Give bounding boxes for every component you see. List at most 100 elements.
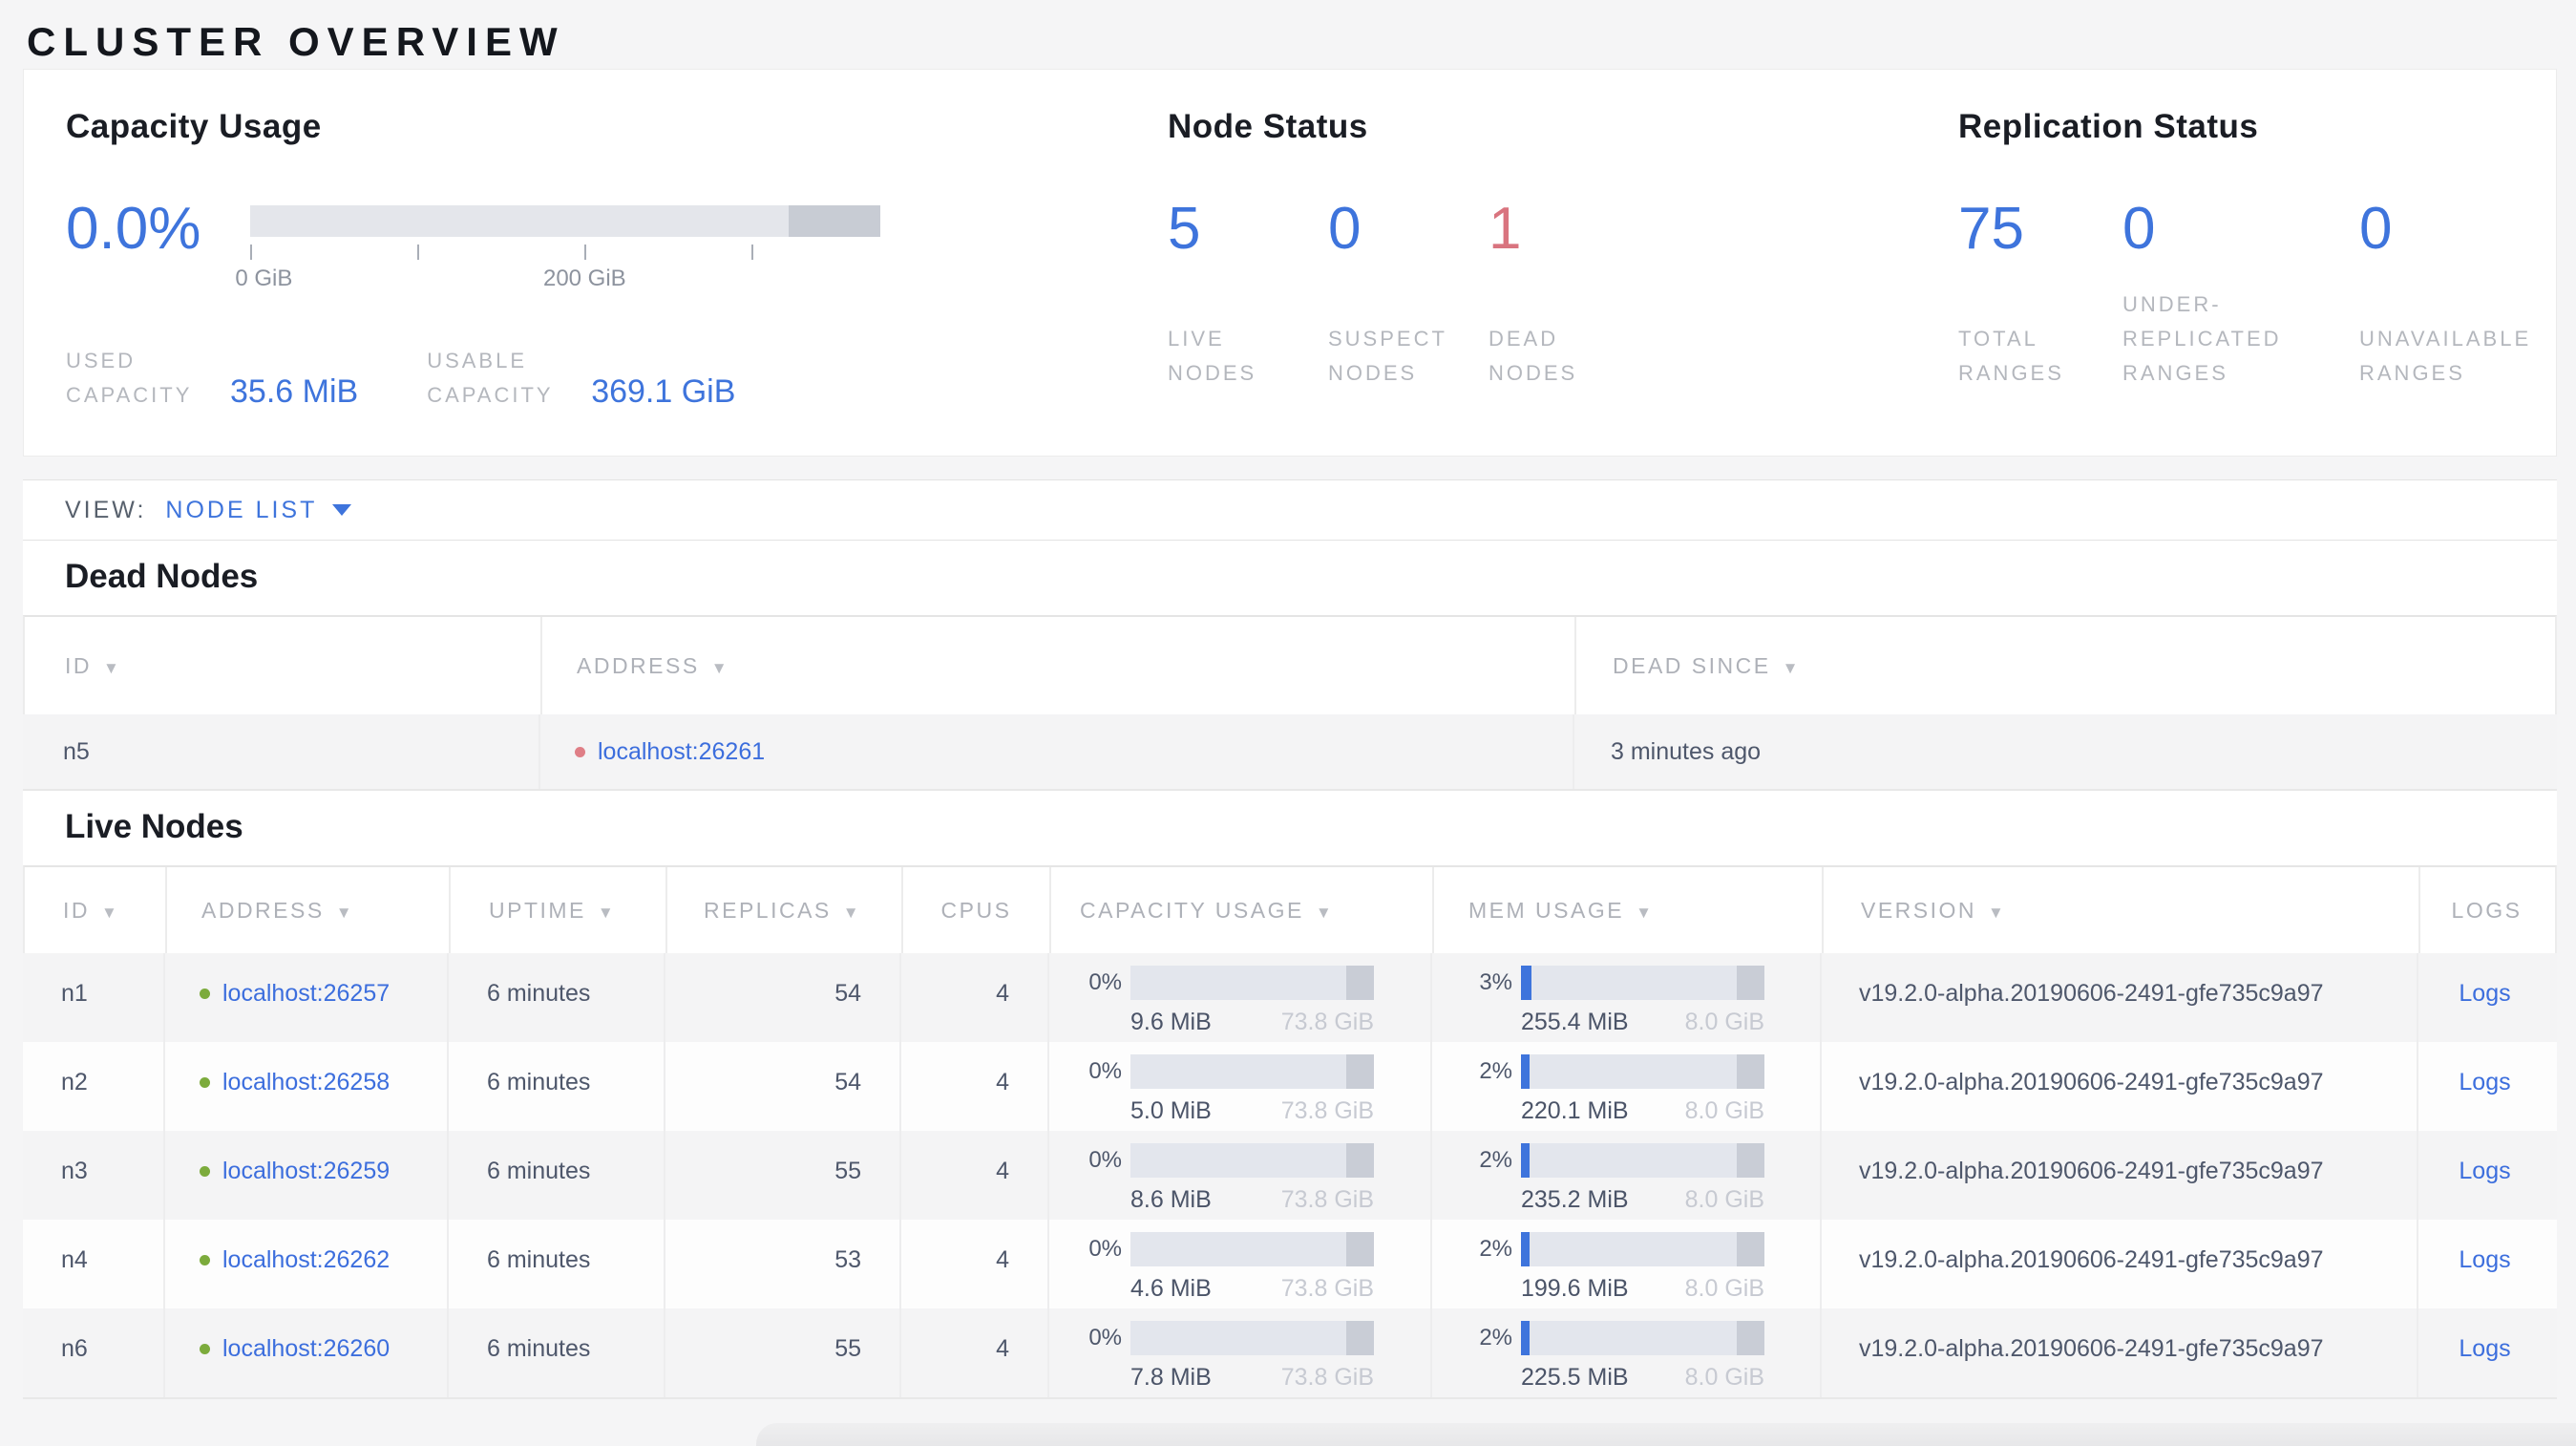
suspect-nodes-count: 0 [1328,196,1362,262]
bottom-shadow [756,1423,2576,1446]
axis-tick [250,245,253,260]
used-capacity-value: 35.6 MiB [230,373,359,410]
logs-link[interactable]: Logs [2459,980,2510,1007]
live-col-replicas[interactable]: REPLICAS [665,867,901,953]
logs-link[interactable]: Logs [2459,1246,2510,1273]
sort-desc-icon [843,898,861,924]
node-address-cell: localhost:26262 [163,1220,447,1308]
node-address-cell: localhost:26257 [163,953,447,1042]
dead-col-address[interactable]: ADDRESS [540,617,1574,714]
memory-mini-bar [1521,966,1764,1000]
node-id: n6 [61,1335,88,1362]
live-col-capacity-usage[interactable]: CAPACITY USAGE [1049,867,1432,953]
node-address-link[interactable]: localhost:26262 [222,1246,390,1273]
node-replicas: 54 [664,953,899,1042]
usable-capacity-stat: USABLE CAPACITY 369.1 GiB [427,344,735,413]
replication-status-title: Replication Status [1958,108,2259,145]
node-capacity-usage: 0% 4.6 MiB 73.8 GiB [1047,1220,1430,1308]
table-row: n3 localhost:26259 6 minutes 55 4 0% 8.6… [23,1131,2557,1220]
node-logs-cell: Logs [2417,1308,2551,1397]
node-uptime: 6 minutes [447,1308,664,1397]
node-cpus: 4 [899,1131,1047,1220]
capacity-usage-bar: 0 GiB 200 GiB [235,205,881,291]
memory-mini-bar [1521,1054,1764,1089]
live-status-dot-icon [200,1344,210,1354]
sort-desc-icon [336,898,354,924]
usable-capacity-label: USABLE CAPACITY [427,349,554,407]
total-ranges-count: 75 [1958,196,2024,262]
live-col-address[interactable]: ADDRESS [165,867,449,953]
view-mode-dropdown[interactable]: NODE LIST [165,497,352,524]
memory-mini-bar [1521,1143,1764,1178]
dead-node-address-link[interactable]: localhost:26261 [598,738,765,766]
node-cpus: 4 [899,953,1047,1042]
node-logs-cell: Logs [2417,1220,2551,1308]
node-mem-usage: 3% 255.4 MiB 8.0 GiB [1430,953,1820,1042]
table-row: n6 localhost:26260 6 minutes 55 4 0% 7.8… [23,1308,2557,1397]
dead-node-address-cell: localhost:26261 [538,714,1573,789]
axis-tick-label: 200 GiB [542,266,626,291]
sort-desc-icon [101,898,119,924]
sort-desc-icon [103,653,121,679]
under-replicated-label: UNDER-REPLICATED RANGES [2122,292,2282,385]
node-capacity-usage: 0% 8.6 MiB 73.8 GiB [1047,1131,1430,1220]
under-replicated-count: 0 [2122,196,2156,262]
dead-col-id[interactable]: ID [25,617,540,714]
dead-col-dead-since[interactable]: DEAD SINCE [1574,617,2553,714]
node-capacity-usage: 0% 9.6 MiB 73.8 GiB [1047,953,1430,1042]
table-row: n1 localhost:26257 6 minutes 54 4 0% 9.6… [23,953,2557,1042]
sort-desc-icon [1988,898,2006,924]
dead-nodes-heading: Dead Nodes [65,558,259,595]
node-mem-usage: 2% 235.2 MiB 8.0 GiB [1430,1131,1820,1220]
table-row: n4 localhost:26262 6 minutes 53 4 0% 4.6… [23,1220,2557,1308]
live-col-uptime[interactable]: UPTIME [449,867,665,953]
node-cpus: 4 [899,1220,1047,1308]
total-ranges-stat: 75 TOTAL RANGES [1958,196,2122,391]
dead-nodes-label: DEAD NODES [1489,327,1578,385]
node-mem-usage: 2% 225.5 MiB 8.0 GiB [1430,1308,1820,1397]
chevron-down-icon [332,504,352,516]
node-status-title: Node Status [1168,108,1368,145]
node-id: n1 [61,980,88,1007]
sort-desc-icon [1636,898,1654,924]
memory-mini-bar [1521,1232,1764,1266]
capacity-mini-bar [1130,1143,1374,1178]
node-address-link[interactable]: localhost:26260 [222,1335,390,1362]
live-col-mem-usage[interactable]: MEM USAGE [1432,867,1822,953]
live-nodes-count: 5 [1168,196,1201,262]
node-address-link[interactable]: localhost:26259 [222,1158,390,1184]
node-logs-cell: Logs [2417,953,2551,1042]
node-uptime: 6 minutes [447,953,664,1042]
node-id: n3 [61,1158,88,1184]
unavailable-label: UNAVAILABLE RANGES [2359,327,2532,385]
capacity-usage-panel: Capacity Usage 0.0% 0 GiB 200 GiB USED C… [66,108,881,413]
dead-node-dead-since: 3 minutes ago [1573,714,2551,789]
logs-link[interactable]: Logs [2459,1335,2510,1362]
logs-link[interactable]: Logs [2459,1069,2510,1095]
axis-tick [751,245,754,260]
view-selector-bar: VIEW: NODE LIST [23,479,2557,541]
memory-mini-bar [1521,1321,1764,1355]
axis-tick [417,245,420,260]
capacity-mini-bar [1130,966,1374,1000]
capacity-mini-bar [1130,1232,1374,1266]
node-id: n2 [61,1069,88,1095]
live-col-id[interactable]: ID [25,867,165,953]
sort-desc-icon [598,898,616,924]
node-version: v19.2.0-alpha.20190606-2491-gfe735c9a97 [1820,1308,2417,1397]
node-replicas: 53 [664,1220,899,1308]
unavailable-count: 0 [2359,196,2393,262]
live-col-version[interactable]: VERSION [1822,867,2418,953]
capacity-usage-title: Capacity Usage [66,108,322,145]
page-title: CLUSTER OVERVIEW [27,19,565,64]
logs-link[interactable]: Logs [2459,1158,2510,1184]
node-capacity-usage: 0% 5.0 MiB 73.8 GiB [1047,1042,1430,1131]
node-address-cell: localhost:26260 [163,1308,447,1397]
node-list-section: Dead Nodes ID ADDRESS DEAD SINCE n5 loca… [23,541,2557,1399]
suspect-nodes-stat: 0 SUSPECT NODES [1328,196,1489,391]
node-uptime: 6 minutes [447,1220,664,1308]
node-uptime: 6 minutes [447,1042,664,1131]
node-address-link[interactable]: localhost:26257 [222,980,390,1007]
node-address-link[interactable]: localhost:26258 [222,1069,390,1095]
dead-nodes-stat: 1 DEAD NODES [1489,196,1679,391]
